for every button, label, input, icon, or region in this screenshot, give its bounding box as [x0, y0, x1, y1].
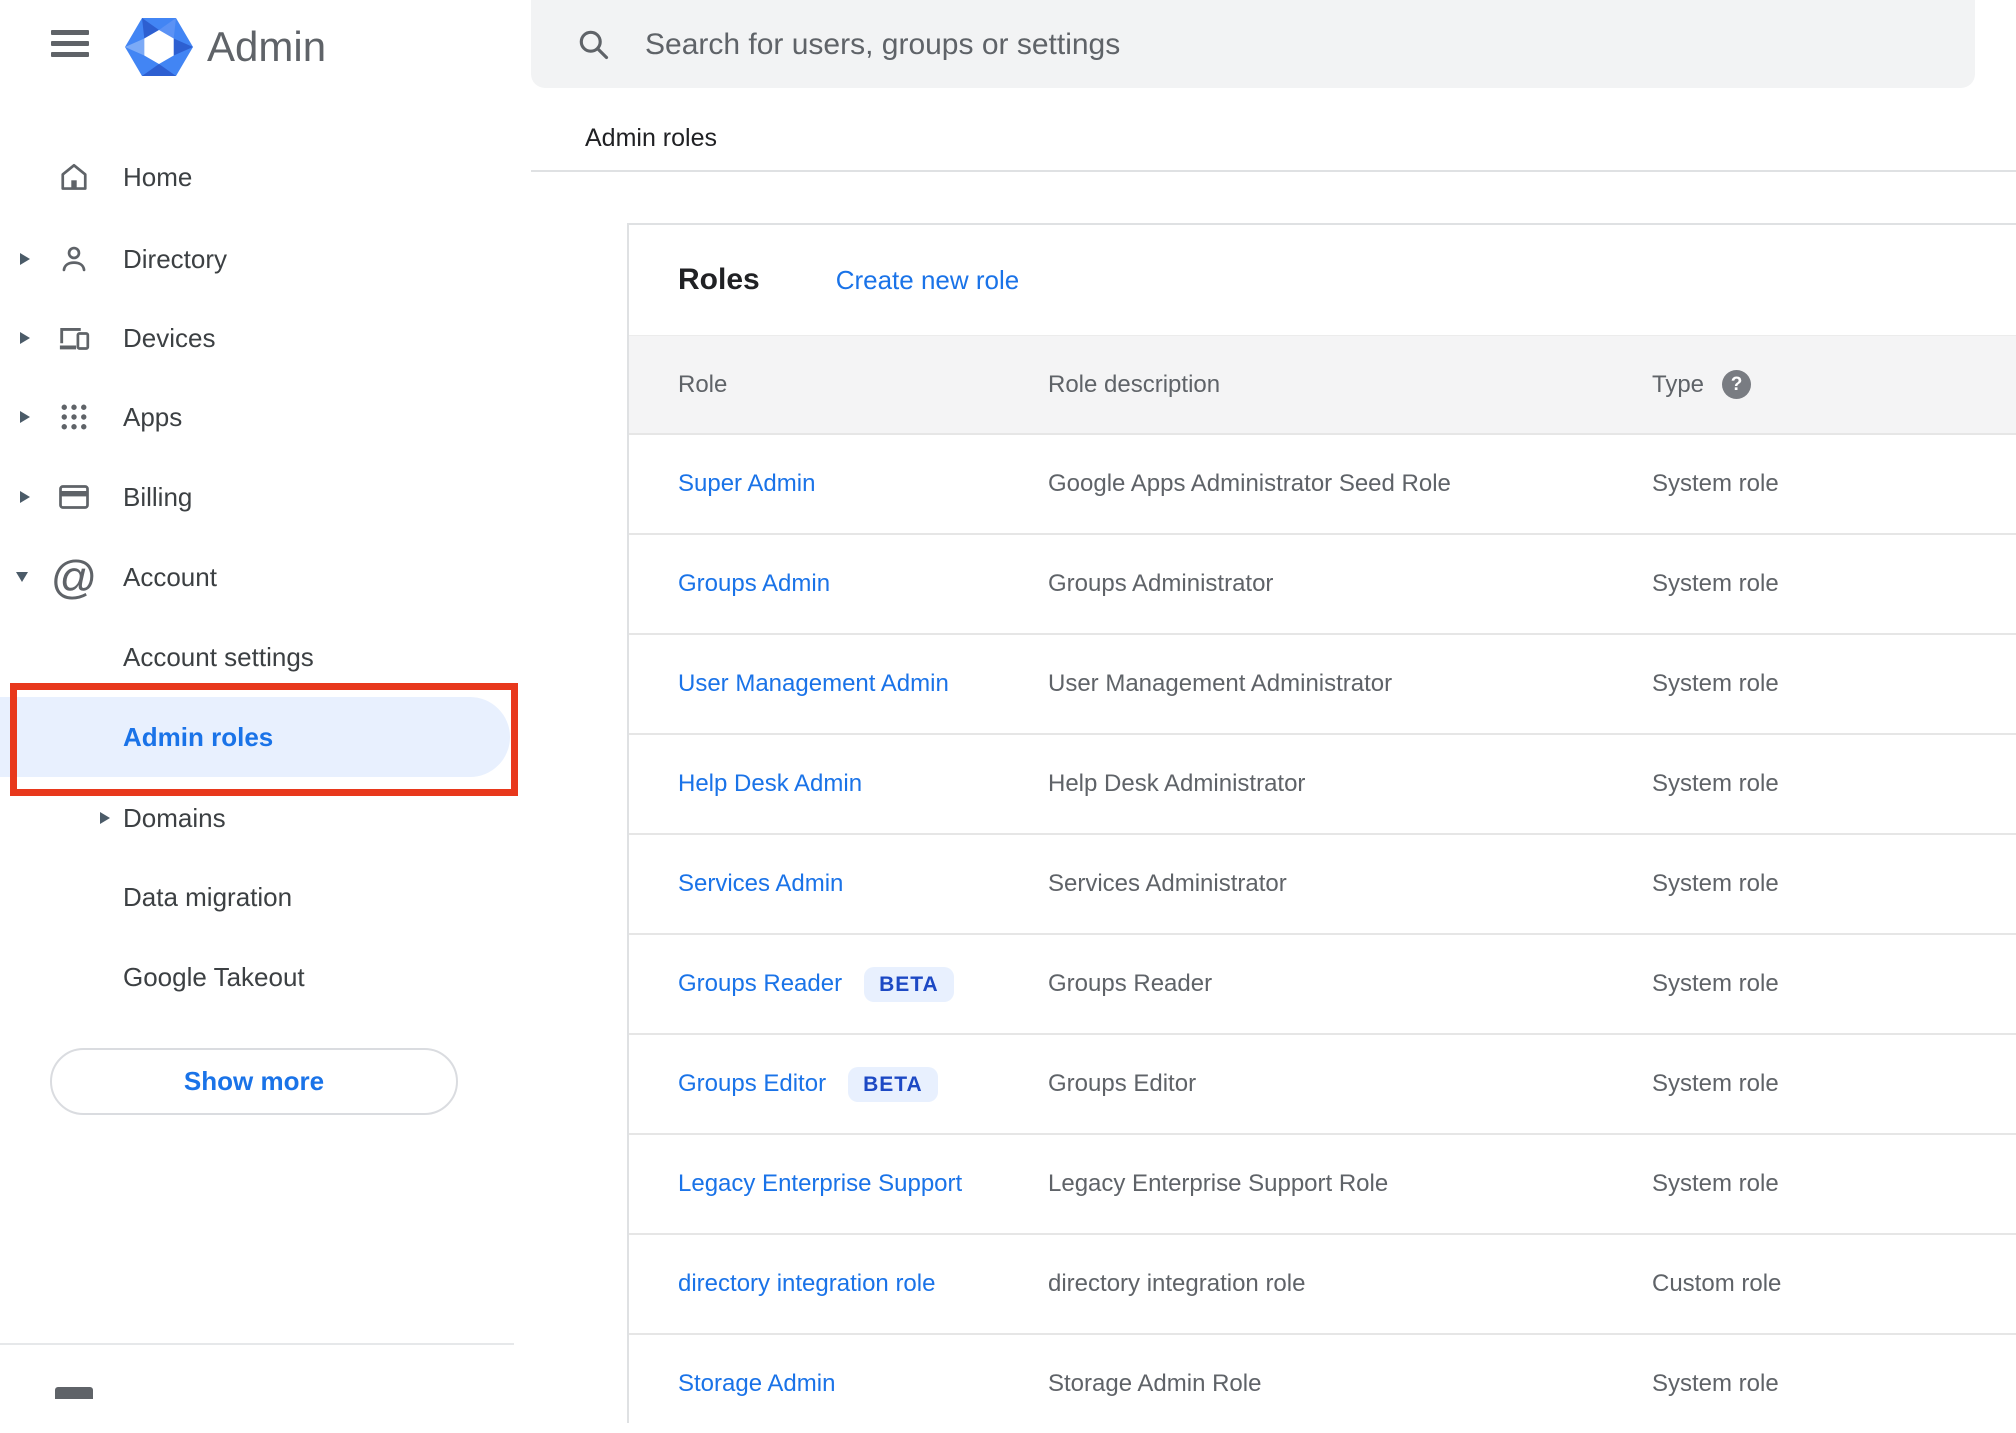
role-type: Custom role — [1652, 1270, 1782, 1297]
admin-logo[interactable]: Admin — [124, 16, 326, 78]
sidebar-item-admin-roles[interactable]: Admin roles — [0, 697, 514, 777]
expand-arrow-icon[interactable] — [100, 812, 110, 824]
sidebar-item-domains[interactable]: Domains — [0, 778, 514, 858]
role-link[interactable]: directory integration role — [678, 1270, 935, 1298]
help-icon[interactable]: ? — [1722, 370, 1752, 399]
sidebar-item-devices[interactable]: Devices — [0, 298, 514, 378]
role-type: System role — [1652, 970, 1779, 997]
role-type: System role — [1652, 1370, 1779, 1397]
role-type: System role — [1652, 1170, 1779, 1197]
sidebar-item-home[interactable]: Home — [0, 137, 514, 217]
expand-arrow-icon[interactable] — [20, 491, 30, 503]
table-row: User Management Admin User Management Ad… — [629, 633, 2016, 733]
roles-card-header: Roles Create new role — [629, 225, 2016, 335]
expand-arrow-icon[interactable] — [20, 332, 30, 344]
table-row: Legacy Enterprise Support Legacy Enterpr… — [629, 1133, 2016, 1233]
role-type: System role — [1652, 670, 1779, 697]
sidebar-item-google-takeout[interactable]: Google Takeout — [0, 937, 514, 1017]
show-more-button[interactable]: Show more — [50, 1048, 458, 1115]
role-type: System role — [1652, 1070, 1779, 1097]
table-row: Groups Editor BETA Groups Editor System … — [629, 1033, 2016, 1133]
app-title: Admin — [207, 23, 327, 70]
table-row: Groups Reader BETA Groups Reader System … — [629, 933, 2016, 1033]
devices-icon — [56, 320, 92, 356]
search-bar[interactable] — [531, 0, 1975, 90]
table-row: Storage Admin Storage Admin Role System … — [629, 1333, 2016, 1433]
table-row: Groups Admin Groups Administrator System… — [629, 533, 2016, 633]
at-sign-icon: @ — [50, 551, 98, 603]
expand-arrow-icon[interactable] — [20, 253, 30, 265]
table-row: Help Desk Admin Help Desk Administrator … — [629, 733, 2016, 833]
sidebar-item-data-migration[interactable]: Data migration — [0, 857, 514, 937]
table-row: Services Admin Services Administrator Sy… — [629, 833, 2016, 933]
create-new-role-link[interactable]: Create new role — [836, 265, 1020, 296]
role-description: Help Desk Administrator — [1048, 770, 1306, 797]
card-title: Roles — [678, 263, 760, 296]
role-link[interactable]: Groups Editor — [678, 1070, 826, 1098]
role-link[interactable]: Help Desk Admin — [678, 770, 862, 798]
role-link[interactable]: Super Admin — [678, 470, 815, 498]
role-type: System role — [1652, 870, 1779, 897]
role-description: Groups Editor — [1048, 1070, 1197, 1097]
role-description: Groups Administrator — [1048, 570, 1274, 597]
role-description: directory integration role — [1048, 1270, 1306, 1297]
apps-grid-icon — [56, 399, 92, 435]
role-description: Services Administrator — [1048, 870, 1287, 897]
home-icon — [56, 159, 92, 195]
role-type: System role — [1652, 470, 1779, 497]
sidebar-item-apps[interactable]: Apps — [0, 377, 514, 457]
admin-hexagon-logo-icon — [125, 18, 193, 76]
table-row: directory integration role directory int… — [629, 1233, 2016, 1333]
credit-card-icon — [56, 479, 92, 515]
google-admin-console: { "app": { "name": "Admin" }, "search": … — [0, 0, 2016, 1423]
search-input[interactable] — [643, 0, 1847, 90]
table-row: Super Admin Google Apps Administrator Se… — [629, 433, 2016, 533]
role-description: Groups Reader — [1048, 970, 1213, 997]
role-link[interactable]: Services Admin — [678, 870, 843, 898]
breadcrumb-divider — [531, 170, 2016, 172]
sidebar-bottom-divider — [0, 1343, 514, 1345]
beta-badge: BETA — [848, 1066, 938, 1102]
collapse-arrow-icon[interactable] — [16, 572, 28, 582]
role-link[interactable]: Groups Reader — [678, 970, 842, 998]
role-type: System role — [1652, 570, 1779, 597]
role-link[interactable]: Storage Admin — [678, 1370, 835, 1398]
hamburger-icon — [51, 30, 89, 35]
role-link[interactable]: Legacy Enterprise Support — [678, 1170, 962, 1198]
column-header-type: Type — [1652, 370, 1705, 398]
role-link[interactable]: User Management Admin — [678, 670, 949, 698]
beta-badge: BETA — [864, 966, 954, 1002]
breadcrumb: Admin roles — [585, 124, 717, 152]
search-icon — [579, 30, 609, 60]
role-description: Storage Admin Role — [1048, 1370, 1262, 1397]
menu-button[interactable] — [46, 24, 94, 66]
expand-arrow-icon[interactable] — [20, 411, 30, 423]
roles-card: Roles Create new role Role Role descript… — [627, 223, 2016, 1423]
sidebar-bottom-partial-icon — [55, 1387, 93, 1399]
table-header-row: Role Role description Type ? — [629, 335, 2016, 433]
role-description: User Management Administrator — [1048, 670, 1393, 697]
column-header-role-description: Role description — [1048, 370, 1221, 398]
person-icon — [56, 241, 92, 277]
role-link[interactable]: Groups Admin — [678, 570, 830, 598]
sidebar-item-account-settings[interactable]: Account settings — [0, 617, 514, 697]
role-description: Google Apps Administrator Seed Role — [1048, 470, 1451, 497]
sidebar-item-billing[interactable]: Billing — [0, 457, 514, 537]
sidebar-item-account[interactable]: @ Account — [0, 537, 514, 617]
role-type: System role — [1652, 770, 1779, 797]
column-header-role: Role — [678, 370, 728, 398]
sidebar-item-directory[interactable]: Directory — [0, 219, 514, 299]
role-description: Legacy Enterprise Support Role — [1048, 1170, 1389, 1197]
